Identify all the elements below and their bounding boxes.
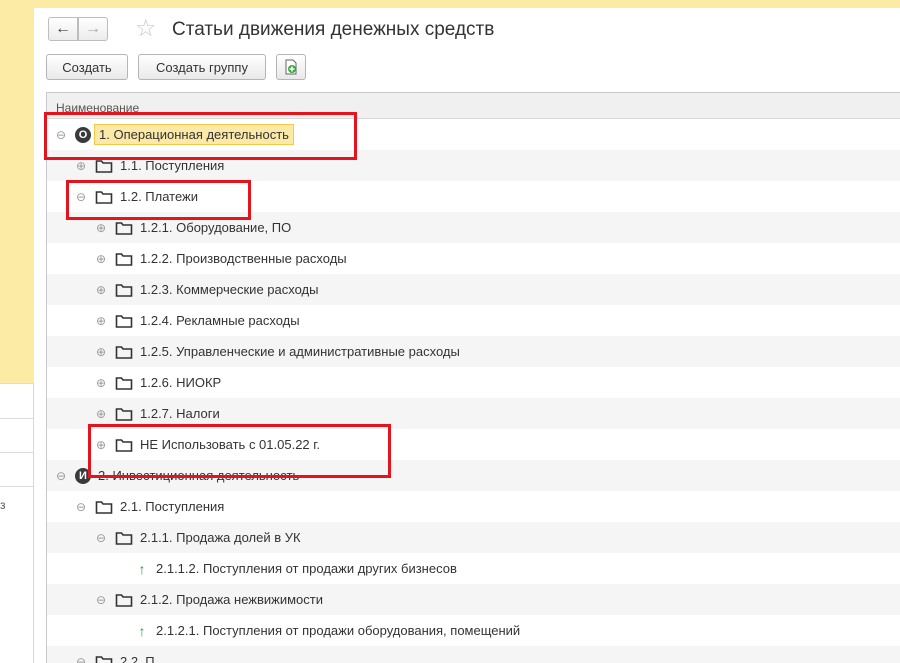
- tree-row-label: 1.2.5. Управленческие и административные…: [140, 344, 460, 359]
- collapse-icon[interactable]: ⊖: [75, 655, 87, 663]
- arrow-left-icon: ←: [55, 20, 71, 37]
- tree-row-label: 2.1.1. Продажа долей в УК: [140, 530, 301, 545]
- collapse-icon[interactable]: ⊖: [55, 469, 67, 483]
- expand-icon[interactable]: ⊕: [95, 283, 107, 297]
- tree-row-label: 1.2.7. Налоги: [140, 406, 220, 421]
- folder-icon: [115, 282, 133, 298]
- tree-row-label: 1.2.1. Оборудование, ПО: [140, 220, 292, 235]
- expand-icon[interactable]: ⊕: [95, 221, 107, 235]
- top-strip: [34, 0, 900, 8]
- favorite-star-icon[interactable]: ☆: [135, 14, 157, 43]
- tree-row-label: 1.2.6. НИОКР: [140, 375, 222, 390]
- collapse-icon[interactable]: ⊖: [95, 531, 107, 545]
- folder-icon: [115, 220, 133, 236]
- tree-row[interactable]: ⊕ 1.2.4. Рекламные расходы: [47, 305, 900, 336]
- folder-icon: [115, 313, 133, 329]
- tree-table: Наименование ⊖ О 1. Операционная деятельно…: [46, 92, 900, 663]
- collapse-icon[interactable]: ⊖: [75, 500, 87, 514]
- collapse-icon[interactable]: ⊖: [95, 593, 107, 607]
- arrow-up-icon: ↑: [138, 622, 146, 639]
- expand-icon[interactable]: ⊕: [95, 376, 107, 390]
- tree-row[interactable]: ⊕ 1.2.2. Производственные расходы: [47, 243, 900, 274]
- highlight-box: [88, 424, 391, 478]
- tree-row[interactable]: ⊖ 2.1.1. Продажа долей в УК: [47, 522, 900, 553]
- tree-row-label: 1.2.2. Производственные расходы: [140, 251, 347, 266]
- tree-row[interactable]: ⊖ 2.2. П: [47, 646, 900, 663]
- page-title: Статьи движения денежных средств: [172, 19, 495, 40]
- tree-row-label: 2.2. П: [120, 654, 155, 663]
- folder-icon: [115, 344, 133, 360]
- tree-row-label: 2.1. Поступления: [120, 499, 225, 514]
- back-button[interactable]: ←: [48, 17, 78, 41]
- folder-icon: [115, 251, 133, 267]
- folder-icon: [115, 530, 133, 546]
- add-document-icon: [285, 59, 297, 75]
- folder-icon: [115, 375, 133, 391]
- left-panel-divider: [0, 383, 33, 384]
- tree-row[interactable]: ⊕ 1.2.3. Коммерческие расходы: [47, 274, 900, 305]
- tree-row-label: 1.2.3. Коммерческие расходы: [140, 282, 319, 297]
- left-panel-text[interactable]: з: [0, 498, 6, 512]
- folder-icon: [95, 499, 113, 515]
- left-panel: з: [0, 0, 34, 663]
- create-button[interactable]: Создать: [46, 54, 128, 80]
- tree-row[interactable]: ⊖ 2.1. Поступления: [47, 491, 900, 522]
- tree-row-label: 1.2.4. Рекламные расходы: [140, 313, 300, 328]
- left-panel-divider: [0, 452, 33, 453]
- tree-row[interactable]: ⊕ 1.2.6. НИОКР: [47, 367, 900, 398]
- highlight-box: [44, 112, 357, 160]
- tree-row-label: 2.1.2.1. Поступления от продажи оборудов…: [156, 623, 521, 638]
- create-group-button[interactable]: Создать группу: [138, 54, 266, 80]
- tree-row-label: 2.1.2. Продажа нежвижимости: [140, 592, 323, 607]
- arrow-right-icon: →: [85, 20, 101, 37]
- folder-icon: [115, 406, 133, 422]
- left-panel-divider: [0, 418, 33, 419]
- expand-icon[interactable]: ⊕: [95, 314, 107, 328]
- highlight-box: [66, 180, 251, 220]
- left-panel-header: [0, 0, 34, 383]
- tree-row-label: 2.1.1.2. Поступления от продажи других б…: [156, 561, 457, 576]
- tree-row[interactable]: ↑ 2.1.2.1. Поступления от продажи оборудо…: [47, 615, 900, 646]
- tree-row[interactable]: ⊕ 1.2.5. Управленческие и административны…: [47, 336, 900, 367]
- expand-icon[interactable]: ⊕: [95, 252, 107, 266]
- forward-button[interactable]: →: [78, 17, 108, 41]
- tree-row[interactable]: ⊖ 2.1.2. Продажа нежвижимости: [47, 584, 900, 615]
- arrow-up-icon: ↑: [138, 560, 146, 577]
- folder-icon: [95, 654, 113, 663]
- tree-row[interactable]: ↑ 2.1.1.2. Поступления от продажи других …: [47, 553, 900, 584]
- left-panel-divider: [0, 486, 33, 487]
- expand-icon[interactable]: ⊕: [95, 345, 107, 359]
- tree-row-label: 1.1. Поступления: [120, 158, 225, 173]
- expand-icon[interactable]: ⊕: [75, 159, 87, 173]
- folder-icon: [115, 592, 133, 608]
- main-form: ← → ☆ Статьи движения денежных средств С…: [34, 0, 900, 663]
- add-document-button[interactable]: [276, 54, 306, 80]
- expand-icon[interactable]: ⊕: [95, 407, 107, 421]
